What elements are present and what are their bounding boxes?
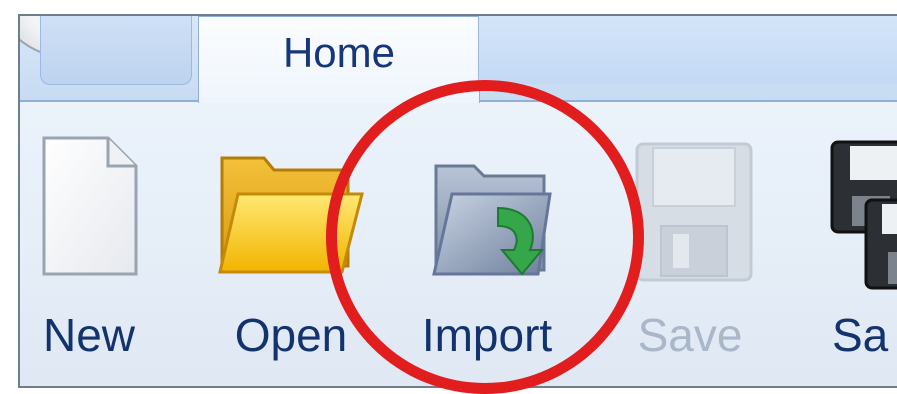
tab-strip: Home — [20, 16, 897, 103]
tab-home-label: Home — [282, 29, 396, 76]
save-as-disk-icon — [830, 140, 897, 290]
new-document-icon — [42, 136, 138, 276]
ribbon-frame: Home New Open Import Save Sa — [18, 14, 897, 388]
open-folder-icon — [218, 156, 364, 274]
open-button[interactable]: Open — [216, 102, 366, 386]
new-label: New — [42, 309, 136, 361]
save-button[interactable]: Save — [625, 102, 755, 386]
import-label: Import — [421, 309, 553, 361]
new-button[interactable]: New — [24, 102, 154, 386]
open-label: Open — [234, 309, 348, 361]
ribbon-body: New Open Import Save Sa — [20, 102, 897, 386]
save-label: Save — [637, 309, 743, 361]
save-disk-icon — [635, 142, 753, 282]
tab-strip-empty — [478, 16, 897, 84]
import-folder-icon — [432, 164, 552, 276]
import-button[interactable]: Import — [396, 102, 578, 386]
save-as-button[interactable]: Sa — [822, 102, 897, 386]
quick-access-area — [40, 16, 192, 85]
save-as-label: Sa — [832, 309, 889, 361]
tab-home[interactable]: Home — [198, 16, 480, 103]
